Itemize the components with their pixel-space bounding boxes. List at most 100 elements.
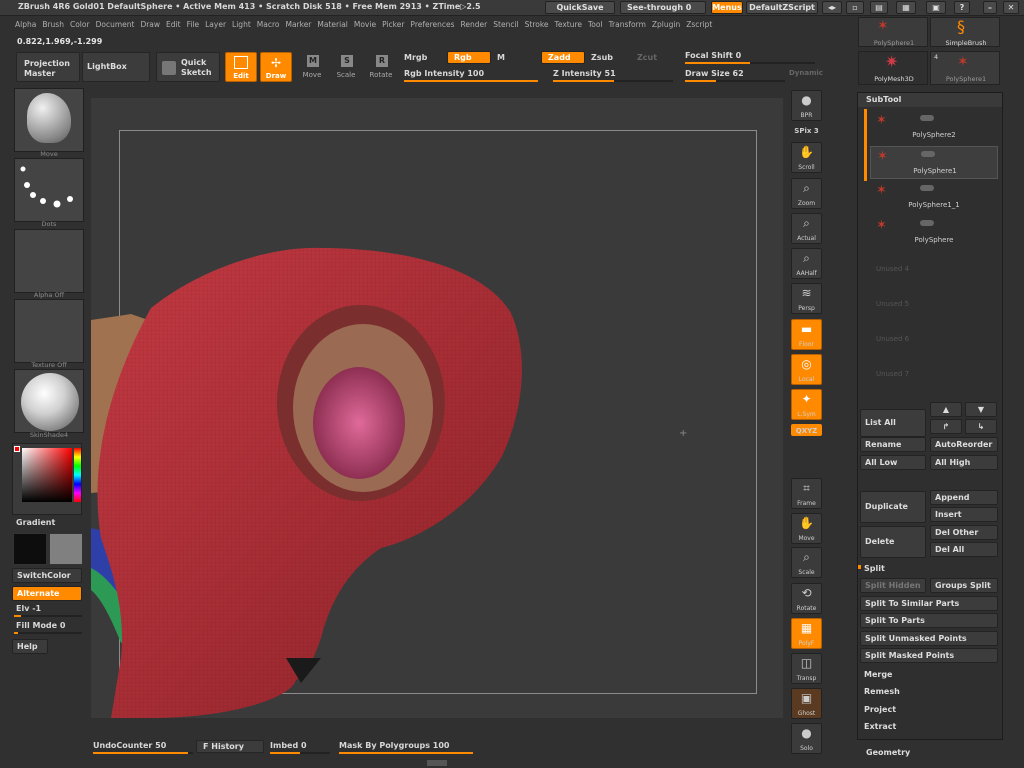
move-down-branch-icon[interactable]: ↳ bbox=[965, 419, 997, 434]
menu-item-light[interactable]: Light bbox=[232, 18, 251, 32]
transp-shelf-button[interactable]: ◫ Transp bbox=[791, 653, 822, 684]
menu-item-zscript[interactable]: Zscript bbox=[686, 18, 712, 32]
menu-item-color[interactable]: Color bbox=[70, 18, 90, 32]
zoom-shelf-button[interactable]: ⌕ Zoom bbox=[791, 178, 822, 209]
lock-icon[interactable]: ▣ bbox=[926, 1, 946, 14]
draw-button[interactable]: ✢ Draw bbox=[260, 52, 292, 82]
del-other-button[interactable]: Del Other bbox=[930, 525, 998, 540]
imbed-slider[interactable] bbox=[270, 752, 330, 754]
menu-item-file[interactable]: File bbox=[187, 18, 200, 32]
menu-item-layer[interactable]: Layer bbox=[205, 18, 226, 32]
alternate-button[interactable]: Alternate bbox=[12, 586, 82, 601]
polyf-shelf-button[interactable]: ▦ PolyF bbox=[791, 618, 822, 649]
subtool-scroll-indicator[interactable] bbox=[864, 109, 867, 181]
window-icon[interactable]: ▫ bbox=[846, 1, 864, 14]
menu-item-draw[interactable]: Draw bbox=[140, 18, 160, 32]
document-canvas[interactable]: + bbox=[91, 98, 783, 718]
rotate-button[interactable]: R Rotate bbox=[366, 52, 398, 82]
dynamic-button[interactable]: Dynamic bbox=[789, 69, 823, 77]
tool-thumb-polysphere1-top[interactable]: ✶ PolySphere1 bbox=[858, 17, 928, 47]
project-section-header[interactable]: Project bbox=[864, 705, 896, 714]
menu-item-preferences[interactable]: Preferences bbox=[410, 18, 454, 32]
tool-thumb-polysphere1[interactable]: 4 ✶ PolySphere1 bbox=[930, 51, 1000, 85]
focal-shift-slider[interactable] bbox=[685, 62, 815, 64]
zadd-button[interactable]: Zadd bbox=[541, 51, 585, 64]
saturation-value-field[interactable] bbox=[22, 448, 72, 502]
move-up-branch-icon[interactable]: ↱ bbox=[930, 419, 962, 434]
insert-button[interactable]: Insert bbox=[930, 507, 998, 522]
rotate-shelf-button[interactable]: ⟲ Rotate bbox=[791, 583, 822, 614]
close-icon[interactable]: ✕ bbox=[1003, 1, 1019, 14]
remesh-section-header[interactable]: Remesh bbox=[864, 687, 900, 696]
move-button[interactable]: M Move bbox=[297, 52, 329, 82]
duplicate-button[interactable]: Duplicate bbox=[860, 491, 926, 523]
lightbox-button[interactable]: LightBox bbox=[82, 52, 150, 82]
ghost-shelf-button[interactable]: ▣ Ghost bbox=[791, 688, 822, 719]
groups-split-button[interactable]: Groups Split bbox=[930, 578, 998, 593]
subtool-item[interactable]: ✶ PolySphere1_1 bbox=[870, 181, 998, 214]
brush-thumbnail[interactable] bbox=[14, 88, 84, 152]
split-masked-button[interactable]: Split Masked Points bbox=[860, 648, 998, 663]
append-button[interactable]: Append bbox=[930, 490, 998, 505]
actual-shelf-button[interactable]: ⌕ Actual bbox=[791, 213, 822, 244]
m-button[interactable]: M bbox=[497, 53, 505, 62]
minimize-icon[interactable]: – bbox=[983, 1, 997, 14]
autoreorder-button[interactable]: AutoReorder bbox=[930, 437, 998, 452]
z-intensity-slider[interactable] bbox=[553, 80, 673, 82]
scale-shelf-button[interactable]: ⌕ Scale bbox=[791, 547, 822, 578]
texture-thumbnail[interactable] bbox=[14, 299, 84, 363]
main-color-swatch[interactable] bbox=[14, 446, 20, 452]
menu-item-transform[interactable]: Transform bbox=[609, 18, 646, 32]
spix-shelf-button[interactable]: SPix 3 bbox=[791, 124, 822, 136]
fill-mode-slider[interactable] bbox=[14, 632, 82, 634]
hue-strip[interactable] bbox=[74, 448, 81, 502]
tool-thumb-polymesh3d[interactable]: ✷ PolyMesh3D bbox=[858, 51, 928, 85]
stroke-thumbnail[interactable] bbox=[14, 158, 84, 222]
split-to-parts-button[interactable]: Split To Parts bbox=[860, 613, 998, 628]
merge-section-header[interactable]: Merge bbox=[864, 670, 892, 679]
menu-item-movie[interactable]: Movie bbox=[354, 18, 376, 32]
menus-button[interactable]: Menus bbox=[711, 1, 743, 14]
mask-by-polygroups-slider[interactable] bbox=[339, 752, 473, 754]
menu-item-stencil[interactable]: Stencil bbox=[493, 18, 518, 32]
split-unmasked-button[interactable]: Split Unmasked Points bbox=[860, 631, 998, 646]
menu-item-zplugin[interactable]: Zplugin bbox=[652, 18, 680, 32]
menu-item-texture[interactable]: Texture bbox=[555, 18, 582, 32]
subtool-visibility-toggle[interactable] bbox=[921, 151, 935, 157]
zsub-button[interactable]: Zsub bbox=[591, 53, 613, 62]
rgb-intensity-slider[interactable] bbox=[404, 80, 538, 82]
frame-shelf-button[interactable]: ⌗ Frame bbox=[791, 478, 822, 509]
f-history-button[interactable]: F History bbox=[196, 740, 264, 753]
move-down-arrow-icon[interactable]: ▼ bbox=[965, 402, 997, 417]
subtool-visibility-toggle[interactable] bbox=[920, 220, 934, 226]
menu-item-alpha[interactable]: Alpha bbox=[15, 18, 36, 32]
subtool-item[interactable]: ✶ PolySphere bbox=[870, 216, 998, 249]
primary-color-swatch[interactable] bbox=[13, 533, 47, 565]
menu-item-document[interactable]: Document bbox=[96, 18, 135, 32]
delete-button[interactable]: Delete bbox=[860, 526, 926, 558]
zcut-button[interactable]: Zcut bbox=[637, 53, 657, 62]
menu-item-material[interactable]: Material bbox=[317, 18, 347, 32]
bottom-tray-handle[interactable] bbox=[427, 760, 447, 766]
split-similar-parts-button[interactable]: Split To Similar Parts bbox=[860, 596, 998, 611]
quicksave-button[interactable]: QuickSave bbox=[545, 1, 615, 14]
move-shelf-button[interactable]: ✋ Move bbox=[791, 513, 822, 544]
help-icon[interactable]: ? bbox=[954, 1, 970, 14]
projection-master-button[interactable]: Projection Master bbox=[16, 52, 80, 82]
switchcolor-button[interactable]: SwitchColor bbox=[12, 568, 82, 583]
menu-item-tool[interactable]: Tool bbox=[588, 18, 603, 32]
subtool-header[interactable]: SubTool bbox=[858, 93, 1002, 107]
material-thumbnail[interactable] bbox=[14, 369, 84, 433]
subtool-visibility-toggle[interactable] bbox=[920, 115, 934, 121]
menu-item-macro[interactable]: Macro bbox=[257, 18, 280, 32]
all-low-button[interactable]: All Low bbox=[860, 455, 926, 470]
help-button[interactable]: Help bbox=[12, 639, 48, 654]
persp-shelf-button[interactable]: ≋ Persp bbox=[791, 283, 822, 314]
bpr-shelf-button[interactable]: ● BPR bbox=[791, 90, 822, 121]
layout-icon[interactable]: ▦ bbox=[896, 1, 916, 14]
see-through-slider[interactable]: See-through 0 bbox=[620, 1, 706, 14]
scroll-shelf-button[interactable]: ✋ Scroll bbox=[791, 142, 822, 173]
subtool-item[interactable]: ✶ PolySphere2 bbox=[870, 111, 998, 144]
layout-arrows-icon[interactable]: ◂▸ bbox=[822, 1, 842, 14]
menu-item-stroke[interactable]: Stroke bbox=[525, 18, 549, 32]
